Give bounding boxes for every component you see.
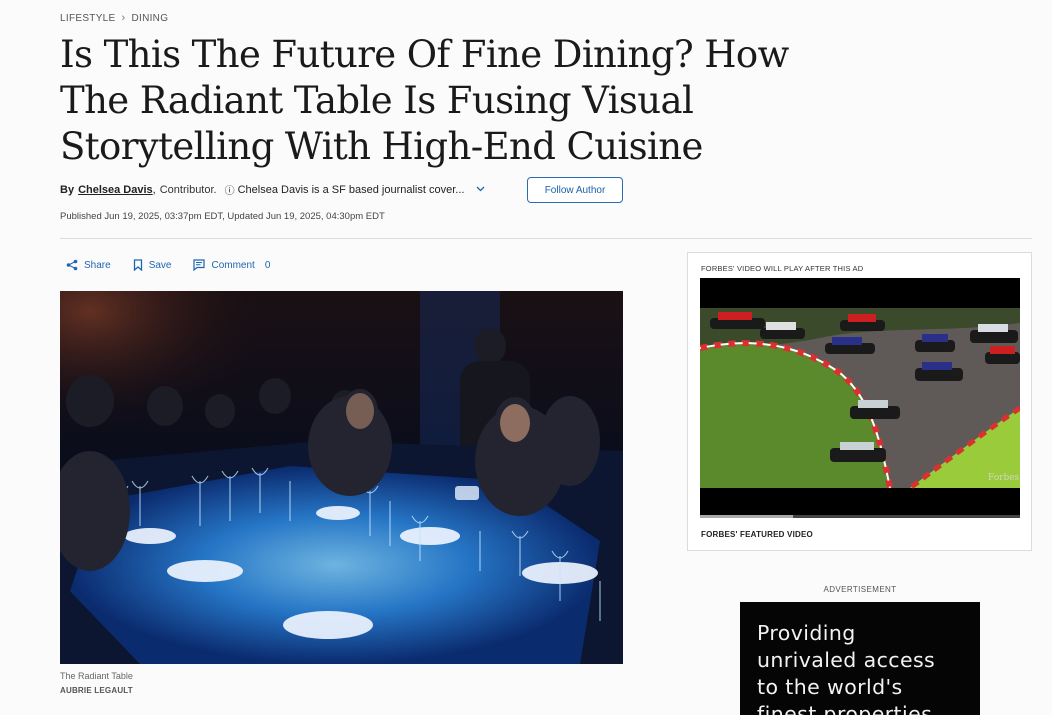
photo-caption: The Radiant Table	[60, 671, 133, 681]
save-label: Save	[148, 259, 172, 271]
video-progress-bar[interactable]	[700, 515, 1020, 518]
chevron-down-icon[interactable]	[476, 184, 485, 195]
comment-icon	[193, 259, 206, 271]
breadcrumb: LIFESTYLE › DINING	[60, 12, 168, 24]
featured-video-label: FORBES' FEATURED VIDEO	[701, 530, 813, 539]
comment-button[interactable]: Comment 0	[193, 259, 270, 271]
breadcrumb-lifestyle[interactable]: LIFESTYLE	[60, 13, 116, 24]
comment-count: 0	[264, 259, 271, 271]
video-watermark: Forbes	[988, 473, 1020, 483]
article-actions: Share Save Comment 0	[66, 259, 292, 271]
author-bio: Chelsea Davis is a SF based journalist c…	[237, 183, 465, 196]
follow-author-button[interactable]: Follow Author	[527, 177, 623, 203]
comment-label: Comment	[211, 259, 255, 271]
save-button[interactable]: Save	[133, 259, 172, 271]
bookmark-icon	[133, 259, 142, 271]
video-ad-notice: FORBES' VIDEO WILL PLAY AFTER THIS AD	[701, 264, 864, 273]
info-icon: ⓘ	[224, 186, 235, 197]
by-label: By	[60, 183, 75, 196]
advertisement-banner[interactable]: Providing unrivaled access to the world'…	[740, 602, 980, 715]
author-link[interactable]: Chelsea Davis	[78, 184, 153, 196]
article-photo	[60, 291, 623, 664]
author-comma: ,	[152, 183, 156, 196]
publish-date: Published Jun 19, 2025, 03:37pm EDT, Upd…	[60, 211, 385, 222]
author-role: Contributor.	[159, 183, 217, 196]
advertisement-label: ADVERTISEMENT	[823, 585, 897, 594]
divider	[60, 238, 1032, 239]
article-title: Is This The Future Of Fine Dining? How T…	[60, 33, 789, 168]
byline: By Chelsea Davis, Contributor. ⓘ Chelsea…	[60, 182, 485, 197]
share-icon	[66, 259, 78, 271]
chevron-right-icon: ›	[121, 12, 126, 24]
share-label: Share	[84, 259, 111, 271]
video-player[interactable]: Forbes	[700, 278, 1020, 518]
featured-video-module: FORBES' VIDEO WILL PLAY AFTER THIS AD Fo…	[687, 252, 1032, 551]
photo-credit: AUBRIE LEGAULT	[60, 686, 133, 695]
share-button[interactable]: Share	[66, 259, 111, 271]
breadcrumb-dining[interactable]: DINING	[131, 13, 168, 24]
ad-text: Providing unrivaled access to the world'…	[757, 621, 936, 715]
